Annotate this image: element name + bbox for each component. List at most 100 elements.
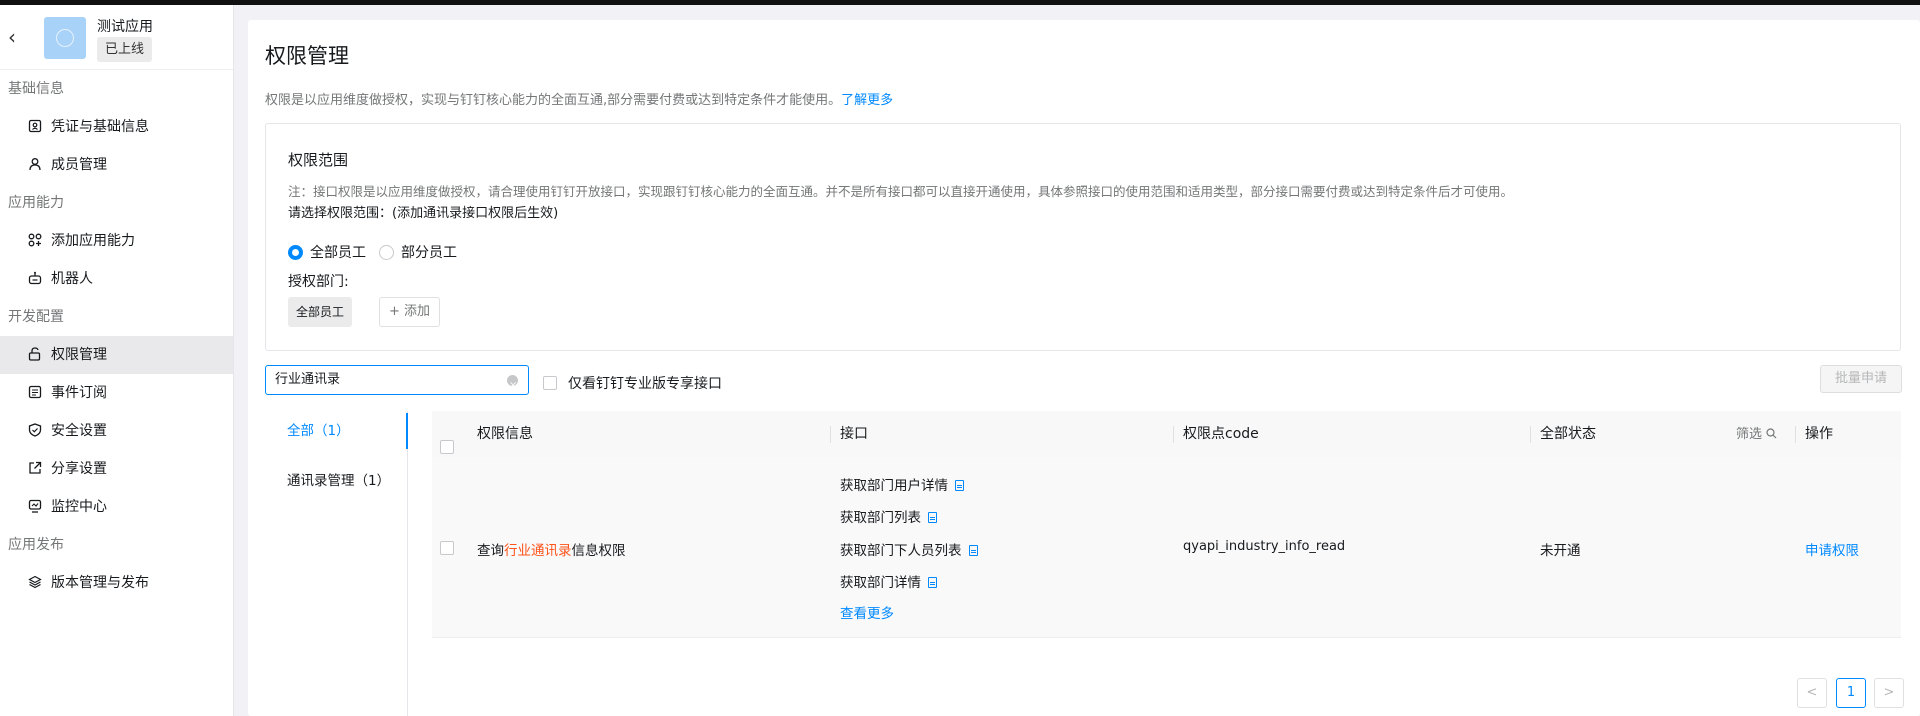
permission-name-prefix: 查询 xyxy=(477,543,504,559)
learn-more-link[interactable]: 了解更多 xyxy=(841,93,893,108)
window-top-bar xyxy=(0,0,1920,5)
dept-tag: 全部员工 xyxy=(288,297,353,327)
header-status: 全部状态 xyxy=(1530,411,1596,458)
search-input-value: 行业通讯录 xyxy=(275,372,341,387)
permission-name-highlight: 行业通讯录 xyxy=(504,543,572,559)
api-name: 获取部门详情 xyxy=(840,575,921,591)
sidebar-item-robot[interactable]: 机器人 xyxy=(0,260,233,298)
search-icon xyxy=(1766,428,1777,439)
event-icon xyxy=(28,376,42,399)
app-header: ‹ 测试应用 已上线 xyxy=(0,5,233,70)
page-title: 权限管理 xyxy=(265,44,349,68)
permissions-table: 权限信息 接口 权限点code 全部状态 筛选 操作 查询行业通讯录信息权限 获… xyxy=(432,411,1901,638)
sidebar-item-label: 添加应用能力 xyxy=(51,233,135,249)
radio-all-staff[interactable] xyxy=(288,244,303,260)
sidebar-item-events[interactable]: 事件订阅 xyxy=(0,374,233,412)
main-panel: 权限管理 权限是以应用维度做授权，实现与钉钉核心能力的全面互通,部分需要付费或达… xyxy=(248,20,1920,716)
doc-icon[interactable] xyxy=(928,577,937,588)
sidebar-group-title: 基础信息 xyxy=(8,81,64,97)
user-icon xyxy=(28,148,42,171)
app-name: 测试应用 xyxy=(97,19,153,35)
page-1-button[interactable]: 1 xyxy=(1836,678,1866,708)
table-row: 查询行业通讯录信息权限 获取部门用户详情 获取部门列表 获取部门下人员列表 获取… xyxy=(432,458,1901,638)
view-more-link[interactable]: 查看更多 xyxy=(840,602,894,622)
row-checkbox[interactable] xyxy=(440,541,454,559)
permission-status: 未开通 xyxy=(1540,543,1581,559)
header-api: 接口 xyxy=(830,411,868,458)
sidebar-item-add-capability[interactable]: 添加应用能力 xyxy=(0,222,233,260)
radio-label: 部分员工 xyxy=(401,245,457,261)
select-all-checkbox[interactable] xyxy=(440,427,454,454)
apply-permission-link[interactable]: 申请权限 xyxy=(1805,539,1859,559)
sidebar-group-title: 应用发布 xyxy=(8,537,64,553)
permission-name-suffix: 信息权限 xyxy=(571,543,626,559)
next-page-button[interactable]: > xyxy=(1874,678,1904,708)
permission-name: 查询行业通讯录信息权限 xyxy=(477,539,626,559)
pro-only-label: 仅看钉钉专业版专享接口 xyxy=(568,376,722,392)
sidebar-item-label: 监控中心 xyxy=(51,499,107,515)
pro-only-checkbox[interactable] xyxy=(543,376,557,390)
sidebar-item-monitor[interactable]: 监控中心 xyxy=(0,488,233,526)
sidebar-item-release[interactable]: 版本管理与发布 xyxy=(0,564,233,602)
permission-code: qyapi_industry_info_read xyxy=(1183,539,1346,554)
page-description-text: 权限是以应用维度做授权，实现与钉钉核心能力的全面互通,部分需要付费或达到特定条件… xyxy=(265,93,842,108)
header-info: 权限信息 xyxy=(477,426,533,442)
radio-partial-staff[interactable] xyxy=(379,244,394,260)
scope-card: 权限范围 注：接口权限是以应用维度做授权，请合理使用钉钉开放接口，实现跟钉钉核心… xyxy=(265,123,1901,351)
status-filter-button[interactable]: 筛选 xyxy=(1736,411,1777,458)
shield-icon xyxy=(28,414,42,437)
sidebar-item-label: 机器人 xyxy=(51,271,93,287)
sidebar: ‹ 测试应用 已上线 基础信息 凭证与基础信息 成员管理 应用能力 添加应用能力… xyxy=(0,5,234,716)
api-name: 获取部门下人员列表 xyxy=(840,543,962,559)
sidebar-item-share[interactable]: 分享设置 xyxy=(0,450,233,488)
add-dept-button[interactable]: + 添加 xyxy=(379,297,441,327)
scope-note: 注：接口权限是以应用维度做授权，请合理使用钉钉开放接口，实现跟钉钉核心能力的全面… xyxy=(288,184,1514,199)
api-name: 获取部门列表 xyxy=(840,510,921,526)
api-item[interactable]: 获取部门下人员列表 xyxy=(840,539,978,559)
clear-icon[interactable] xyxy=(507,372,518,399)
sidebar-item-members[interactable]: 成员管理 xyxy=(0,146,233,184)
batch-apply-button[interactable]: 批量申请 xyxy=(1820,365,1902,393)
app-logo xyxy=(44,17,86,59)
api-item[interactable]: 获取部门用户详情 xyxy=(840,474,964,494)
sidebar-item-label: 成员管理 xyxy=(51,157,107,173)
api-name: 获取部门用户详情 xyxy=(840,478,948,494)
sidebar-item-label: 凭证与基础信息 xyxy=(51,119,149,135)
share-icon xyxy=(28,452,42,474)
search-input[interactable]: 行业通讯录 xyxy=(265,365,529,399)
scope-title: 权限范围 xyxy=(288,151,349,169)
header-code: 权限点code xyxy=(1173,411,1259,458)
sidebar-group-title: 开发配置 xyxy=(8,309,64,325)
sidebar-item-label: 权限管理 xyxy=(51,347,107,363)
doc-icon[interactable] xyxy=(955,480,964,491)
pro-only-filter[interactable]: 仅看钉钉专业版专享接口 xyxy=(543,373,722,393)
header-action: 操作 xyxy=(1795,411,1833,458)
category-list: 全部（1） 通讯录管理（1） xyxy=(265,411,408,716)
sidebar-group-title: 应用能力 xyxy=(8,195,64,211)
robot-icon xyxy=(28,262,42,285)
doc-icon[interactable] xyxy=(928,512,937,523)
filter-label: 筛选 xyxy=(1736,427,1763,442)
credential-icon xyxy=(28,110,42,133)
sidebar-item-permissions[interactable]: 权限管理 xyxy=(0,336,233,374)
doc-icon[interactable] xyxy=(968,545,978,556)
prev-page-button[interactable]: < xyxy=(1797,678,1827,708)
sidebar-item-security[interactable]: 安全设置 xyxy=(0,412,233,450)
monitor-icon xyxy=(28,490,42,513)
sidebar-item-credentials[interactable]: 凭证与基础信息 xyxy=(0,108,233,146)
radio-label: 全部员工 xyxy=(310,245,366,261)
category-item-contacts[interactable]: 通讯录管理（1） xyxy=(265,461,407,501)
category-item-all[interactable]: 全部（1） xyxy=(265,411,408,451)
sidebar-item-label: 事件订阅 xyxy=(51,385,107,401)
sidebar-item-label: 版本管理与发布 xyxy=(51,575,149,591)
lock-icon xyxy=(28,338,42,361)
back-icon[interactable]: ‹ xyxy=(8,27,22,47)
api-item[interactable]: 获取部门详情 xyxy=(840,571,937,591)
api-item[interactable]: 获取部门列表 xyxy=(840,506,937,526)
scope-radio-group: 全部员工 部分员工 xyxy=(288,242,470,262)
sidebar-item-label: 分享设置 xyxy=(51,461,107,477)
app-status-badge: 已上线 xyxy=(97,37,153,62)
apps-icon xyxy=(28,224,42,247)
dept-label: 授权部门: xyxy=(288,274,349,290)
table-header: 权限信息 接口 权限点code 全部状态 筛选 操作 xyxy=(432,411,1901,458)
